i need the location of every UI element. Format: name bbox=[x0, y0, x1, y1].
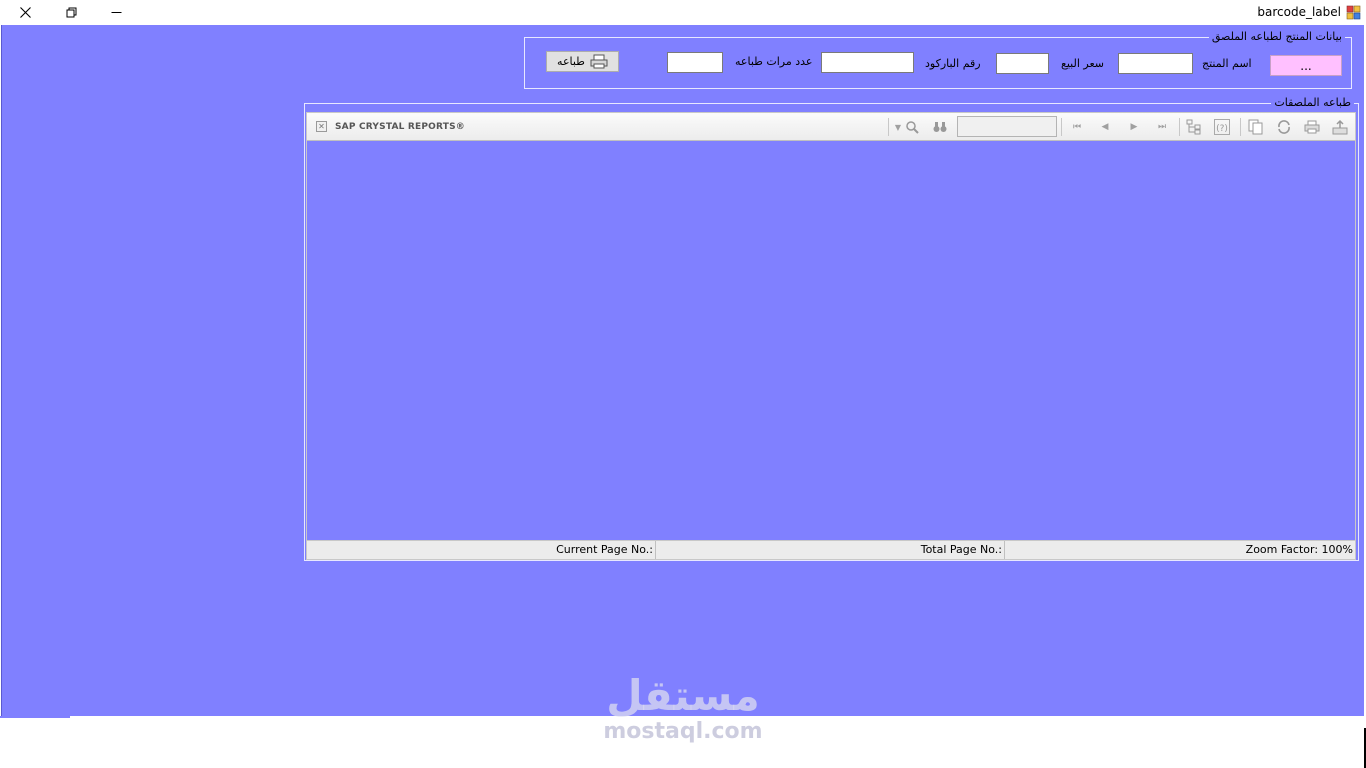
sale-price-field[interactable] bbox=[996, 53, 1049, 74]
product-data-group-legend: بيانات المنتج لطباعه الملصق bbox=[1208, 30, 1345, 43]
minimize-icon bbox=[111, 11, 121, 13]
search-text-input[interactable] bbox=[957, 116, 1057, 137]
refresh-icon[interactable] bbox=[1275, 118, 1293, 136]
watermark-latin: mostaql.com bbox=[603, 719, 763, 744]
current-page-status: Current Page No.: bbox=[307, 541, 656, 559]
zoom-factor-status: Zoom Factor: 100% bbox=[1245, 543, 1353, 556]
toolbar-separator bbox=[1240, 118, 1241, 136]
window-title: barcode_label bbox=[1257, 5, 1341, 19]
app-window: barcode_label بيانات المنتج لطباعه الملص… bbox=[0, 0, 1366, 768]
toolbar-separator bbox=[1179, 118, 1180, 136]
print-report-icon[interactable] bbox=[1303, 118, 1321, 136]
minimize-button[interactable] bbox=[96, 0, 136, 24]
print-count-label: عدد مرات طباعه bbox=[735, 55, 813, 68]
total-page-status: Total Page No.: bbox=[656, 541, 1005, 559]
print-button[interactable]: طباعه bbox=[546, 51, 619, 72]
app-grid-icon bbox=[1346, 5, 1361, 20]
first-page-icon[interactable]: ⏮ bbox=[1068, 118, 1086, 136]
sap-crystal-brand: SAP CRYSTAL REPORTS® bbox=[335, 122, 465, 132]
export-icon[interactable] bbox=[1331, 118, 1349, 136]
bottom-edge-strip bbox=[0, 716, 70, 718]
printer-icon bbox=[590, 54, 608, 69]
crystal-report-viewer: ✕ SAP CRYSTAL REPORTS® ▼ ⏮ ◀ ▶ ⏭ (?) Cur… bbox=[306, 112, 1356, 560]
browse-product-button[interactable]: ... bbox=[1270, 55, 1342, 76]
product-data-group: بيانات المنتج لطباعه الملصق ... اسم المن… bbox=[524, 30, 1352, 89]
restore-icon bbox=[66, 7, 76, 17]
help-icon[interactable]: (?) bbox=[1213, 118, 1231, 136]
previous-page-icon[interactable]: ◀ bbox=[1096, 118, 1114, 136]
next-page-icon[interactable]: ▶ bbox=[1125, 118, 1143, 136]
restore-button[interactable] bbox=[51, 0, 91, 24]
labels-print-group-legend: طباعه الملصقات bbox=[1271, 96, 1354, 109]
product-name-field[interactable] bbox=[1118, 53, 1193, 74]
svg-text:(?): (?) bbox=[1216, 124, 1228, 134]
zoom-icon[interactable] bbox=[903, 118, 921, 136]
group-tree-icon[interactable] bbox=[1185, 118, 1203, 136]
binoculars-find-icon[interactable] bbox=[931, 118, 949, 136]
report-status-bar: Current Page No.: Total Page No.: Zoom F… bbox=[307, 540, 1355, 559]
close-tab-icon[interactable]: ✕ bbox=[316, 121, 327, 132]
copy-icon[interactable] bbox=[1247, 118, 1265, 136]
print-button-label: طباعه bbox=[557, 55, 585, 68]
barcode-field[interactable] bbox=[821, 52, 914, 73]
toolbar-separator bbox=[1061, 118, 1062, 136]
print-count-field[interactable] bbox=[667, 52, 723, 73]
sale-price-label: سعر البيع bbox=[1061, 57, 1104, 70]
last-page-icon[interactable]: ⏭ bbox=[1153, 118, 1171, 136]
close-icon bbox=[19, 6, 31, 18]
product-name-label: اسم المنتج bbox=[1202, 57, 1252, 70]
barcode-label: رقم الباركود bbox=[925, 57, 981, 70]
title-bar: barcode_label bbox=[0, 0, 1366, 25]
close-button[interactable] bbox=[5, 0, 45, 24]
report-toolbar: ✕ SAP CRYSTAL REPORTS® ▼ ⏮ ◀ ▶ ⏭ (?) bbox=[307, 113, 1355, 141]
